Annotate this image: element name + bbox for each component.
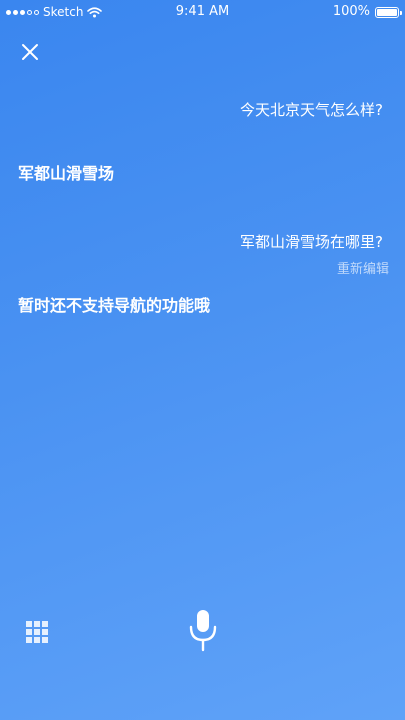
keyboard-grid-icon [26,621,48,643]
close-button[interactable] [18,40,42,64]
battery-icon [375,6,402,18]
status-right: 100% [332,4,402,19]
microphone-icon [189,610,217,652]
battery-percent: 100% [332,4,370,19]
assistant-message: 军都山滑雪场 [18,164,115,183]
battery-fill [377,8,397,16]
microphone-button[interactable] [186,608,220,652]
battery-tip [400,10,402,15]
user-message: 今天北京天气怎么样? [240,101,383,119]
assistant-message: 暂时还不支持导航的功能哦 [18,296,211,315]
close-icon [22,44,38,60]
re-edit-button[interactable]: 重新编辑 [337,258,389,277]
user-message: 军都山滑雪场在哪里? [240,233,383,251]
status-bar: Sketch 9:41 AM 100% [0,0,405,24]
keyboard-button[interactable] [26,621,48,643]
